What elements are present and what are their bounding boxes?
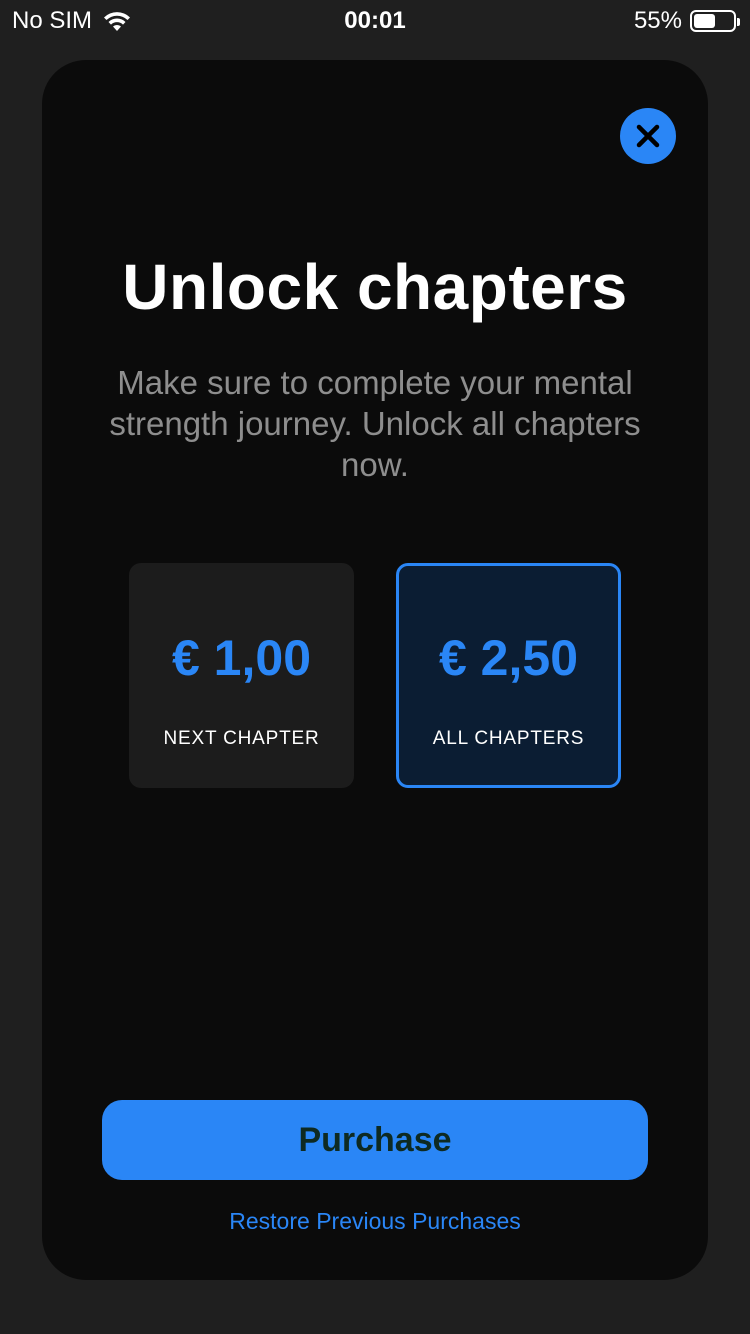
option-price: € 1,00: [171, 630, 311, 686]
close-icon: [636, 124, 660, 148]
battery-level-fill: [694, 14, 715, 28]
battery-percent: 55%: [633, 7, 682, 34]
modal-title: Unlock chapters: [122, 251, 628, 323]
status-bar: No SIM 00:01 55%: [0, 0, 750, 40]
restore-purchases-link[interactable]: Restore Previous Purchases: [42, 1208, 708, 1235]
option-label: NEXT CHAPTER: [163, 728, 320, 749]
paywall-screen: No SIM 00:01 55% Unlock chapters Make su…: [0, 0, 750, 1334]
modal-subtitle: Make sure to complete your mental streng…: [109, 364, 641, 483]
option-next-chapter[interactable]: € 1,00 NEXT CHAPTER: [129, 563, 354, 788]
battery-icon: [690, 10, 740, 32]
unlock-modal: Unlock chapters Make sure to complete yo…: [42, 60, 708, 1280]
option-label: ALL CHAPTERS: [432, 728, 585, 749]
option-price: € 2,50: [438, 630, 578, 686]
purchase-button[interactable]: Purchase: [102, 1100, 648, 1180]
battery-group: 55%: [633, 7, 740, 35]
battery-cap: [737, 18, 740, 26]
close-button[interactable]: [620, 108, 676, 164]
option-all-chapters[interactable]: € 2,50 ALL CHAPTERS: [396, 563, 621, 788]
